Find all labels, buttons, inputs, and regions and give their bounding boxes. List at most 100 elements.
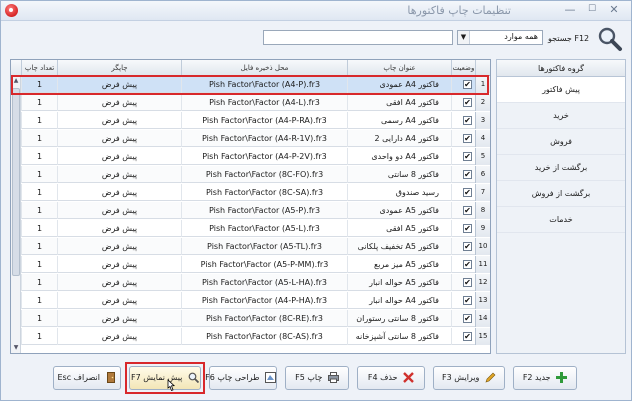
cell-title: رسید صندوق xyxy=(347,184,451,201)
table-row[interactable]: 1 پیش فرض Pish Factor\Factor (A4-L).fr3 فاک… xyxy=(11,94,490,111)
title-bar: تنظیمات چاپ فاکتورها — ☐ ✕ xyxy=(1,1,631,21)
column-title[interactable]: عنوان چاپ xyxy=(347,60,451,76)
cell-copies: 1 xyxy=(21,292,57,309)
table-row[interactable]: 1 پیش فرض Pish Factor\Factor (A5-P-MM).fr3… xyxy=(11,256,490,273)
row-number: 12 xyxy=(475,274,490,291)
table-row[interactable]: 1 پیش فرض Pish Factor\Factor (8C-SA).fr3 رس… xyxy=(11,184,490,201)
mouse-cursor-icon xyxy=(167,379,176,392)
row-number: 4 xyxy=(475,130,490,147)
new-button[interactable]: جدید F2 xyxy=(513,366,577,390)
table-row[interactable]: 1 پیش فرض Pish Factor\Factor (8C-RE).fr3 فا… xyxy=(11,310,490,327)
cell-title: فاکتور 8 سانتی رستوران xyxy=(347,310,451,327)
column-row-number xyxy=(475,60,490,76)
table-row[interactable]: 1 پیش فرض Pish Factor\Factor (A4-P-2V).fr3… xyxy=(11,148,490,165)
cell-path: Pish Factor\Factor (A5-TL).fr3 xyxy=(181,238,347,255)
cell-copies: 1 xyxy=(21,220,57,237)
cell-printer: پیش فرض xyxy=(57,202,181,219)
group-item-sales[interactable]: فروش xyxy=(497,129,625,155)
cell-path: Pish Factor\Factor (8C-SA).fr3 xyxy=(181,184,347,201)
status-checkbox[interactable]: ✔ xyxy=(463,242,472,251)
cell-path: Pish Factor\Factor (8C-FO).fr3 xyxy=(181,166,347,183)
status-checkbox[interactable]: ✔ xyxy=(463,332,472,341)
cell-copies: 1 xyxy=(21,94,57,111)
cell-title: فاکتور A5 عمودی xyxy=(347,202,451,219)
status-checkbox[interactable]: ✔ xyxy=(463,134,472,143)
cell-path: Pish Factor\Factor (A5-L).fr3 xyxy=(181,220,347,237)
cell-copies: 1 xyxy=(21,256,57,273)
status-checkbox[interactable]: ✔ xyxy=(463,188,472,197)
table-row[interactable]: 1 پیش فرض Pish Factor\Factor (A5-TL).fr3 فا… xyxy=(11,238,490,255)
cell-title: فاکتور A4 حواله انبار xyxy=(347,292,451,309)
search-scope-select[interactable]: ▼ همه موارد xyxy=(457,30,543,45)
cell-printer: پیش فرض xyxy=(57,166,181,183)
column-copies[interactable]: تعداد چاپ xyxy=(21,60,57,76)
table-row[interactable]: 1 پیش فرض Pish Factor\Factor (A4-P-HA).fr3… xyxy=(11,292,490,309)
cell-printer: پیش فرض xyxy=(57,274,181,291)
table-row[interactable]: 1 پیش فرض Pish Factor\Factor (A5-L-HA).fr3… xyxy=(11,274,490,291)
scroll-down-icon[interactable]: ▼ xyxy=(11,343,21,353)
print-design-button[interactable]: طراحی چاپ F6 xyxy=(205,366,277,390)
cell-printer: پیش فرض xyxy=(57,184,181,201)
cell-status: ✔ xyxy=(451,202,475,219)
print-button-label: چاپ F5 xyxy=(295,373,323,382)
row-number: 2 xyxy=(475,94,490,111)
cell-printer: پیش فرض xyxy=(57,112,181,129)
status-checkbox[interactable]: ✔ xyxy=(463,206,472,215)
cell-printer: پیش فرض xyxy=(57,94,181,111)
chevron-down-icon[interactable]: ▼ xyxy=(458,31,470,44)
status-checkbox[interactable]: ✔ xyxy=(463,116,472,125)
app-logo-icon xyxy=(5,4,18,17)
status-checkbox[interactable]: ✔ xyxy=(463,278,472,287)
status-checkbox[interactable]: ✔ xyxy=(463,170,472,179)
selected-row-highlight xyxy=(11,75,489,95)
cancel-button[interactable]: انصراف Esc xyxy=(53,366,121,390)
cell-title: فاکتور A5 تخفیف پلکانی xyxy=(347,238,451,255)
cell-printer: پیش فرض xyxy=(57,130,181,147)
cell-status: ✔ xyxy=(451,310,475,327)
new-button-label: جدید F2 xyxy=(522,373,551,382)
cell-status: ✔ xyxy=(451,274,475,291)
column-path[interactable]: محل ذخیره فایل xyxy=(181,60,347,76)
table-row[interactable]: 1 پیش فرض Pish Factor\Factor (A5-L).fr3 فاک… xyxy=(11,220,490,237)
status-checkbox[interactable]: ✔ xyxy=(463,98,472,107)
table-row[interactable]: 1 پیش فرض Pish Factor\Factor (A4-P-RA).fr3… xyxy=(11,112,490,129)
scrollbar-thumb[interactable] xyxy=(12,88,20,276)
row-number: 9 xyxy=(475,220,490,237)
group-item-sales-return[interactable]: برگشت از فروش xyxy=(497,181,625,207)
delete-button[interactable]: حذف F4 xyxy=(357,366,425,390)
group-item-purchase[interactable]: خرید xyxy=(497,103,625,129)
table-row[interactable]: 1 پیش فرض Pish Factor\Factor (A4-R-1V).fr3… xyxy=(11,130,490,147)
cell-path: Pish Factor\Factor (A4-L).fr3 xyxy=(181,94,347,111)
column-printer[interactable]: چاپگر xyxy=(57,60,181,76)
group-item-purchase-return[interactable]: برگشت از خرید xyxy=(497,155,625,181)
status-checkbox[interactable]: ✔ xyxy=(463,296,472,305)
print-button[interactable]: چاپ F5 xyxy=(285,366,349,390)
row-number: 14 xyxy=(475,310,490,327)
search-icon[interactable] xyxy=(597,26,623,52)
cell-copies: 1 xyxy=(21,202,57,219)
table-row[interactable]: 1 پیش فرض Pish Factor\Factor (8C-AS).fr3 فا… xyxy=(11,328,490,345)
grid-header: تعداد چاپ چاپگر محل ذخیره فایل عنوان چاپ… xyxy=(11,60,490,76)
edit-button[interactable]: ویرایش F3 xyxy=(433,366,505,390)
search-input[interactable] xyxy=(263,30,453,45)
column-status[interactable]: وضعیت xyxy=(451,60,475,76)
delete-icon xyxy=(403,372,414,383)
cell-status: ✔ xyxy=(451,184,475,201)
status-checkbox[interactable]: ✔ xyxy=(463,152,472,161)
maximize-button[interactable]: ☐ xyxy=(583,2,601,18)
vertical-scrollbar[interactable]: ▲ ▼ xyxy=(11,76,21,353)
status-checkbox[interactable]: ✔ xyxy=(463,260,472,269)
cell-copies: 1 xyxy=(21,112,57,129)
table-row[interactable]: 1 پیش فرض Pish Factor\Factor (8C-FO).fr3 فا… xyxy=(11,166,490,183)
status-checkbox[interactable]: ✔ xyxy=(463,314,472,323)
table-row[interactable]: 1 پیش فرض Pish Factor\Factor (A5-P).fr3 فاک… xyxy=(11,202,490,219)
group-item-proforma[interactable]: پیش فاکتور xyxy=(497,77,625,103)
exit-door-icon xyxy=(106,372,115,383)
close-button[interactable]: ✕ xyxy=(605,2,623,18)
cell-printer: پیش فرض xyxy=(57,310,181,327)
minimize-button[interactable]: — xyxy=(561,2,579,18)
cancel-button-label: انصراف Esc xyxy=(57,373,100,382)
group-item-services[interactable]: خدمات xyxy=(497,207,625,233)
status-checkbox[interactable]: ✔ xyxy=(463,224,472,233)
cell-printer: پیش فرض xyxy=(57,328,181,345)
